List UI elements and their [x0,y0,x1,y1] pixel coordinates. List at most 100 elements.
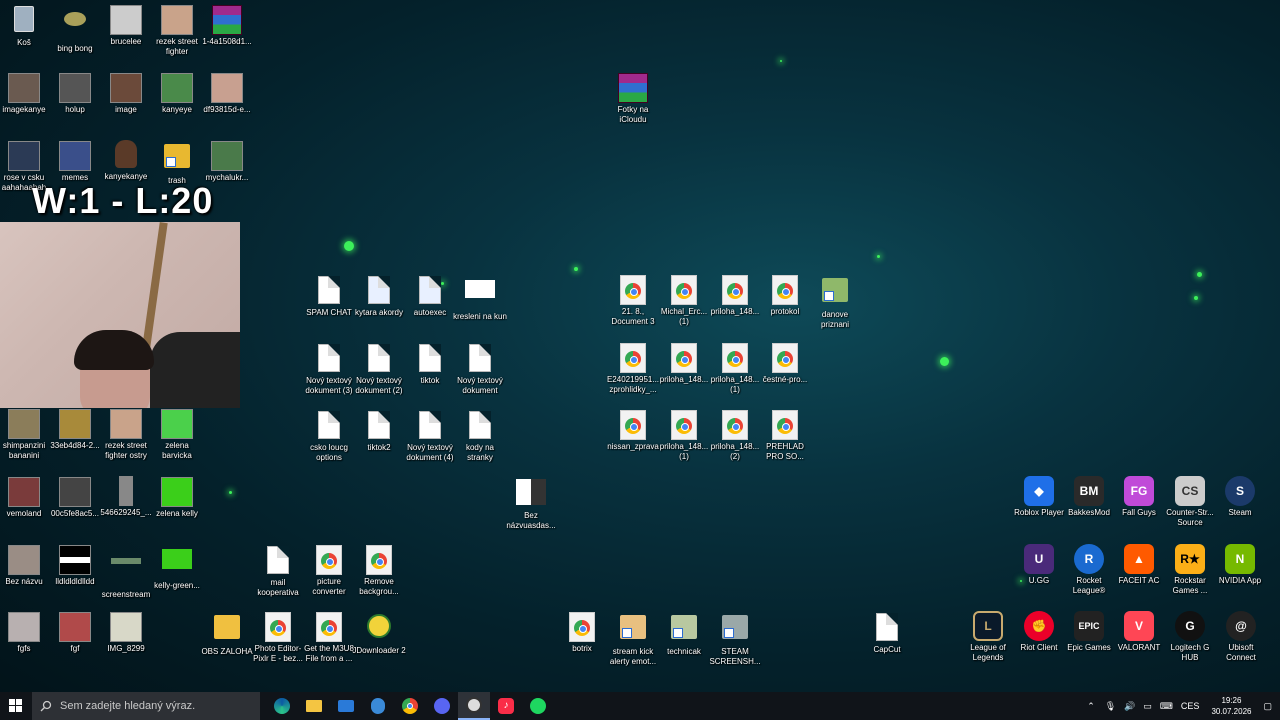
clock[interactable]: 19:26 30.07.2026 [1211,695,1251,717]
desktop-icon-kick-alerty[interactable]: stream kick alerty emot... [606,611,660,667]
desktop-icon-epic-games[interactable]: EPIC Epic Games [1062,611,1116,653]
desktop-icon-zelena-kelly[interactable]: zelena kelly [150,476,204,519]
desktop-icon-llld[interactable]: lldldldldlldd [48,544,102,587]
desktop-icon-valorant[interactable]: V VALORANT [1112,611,1166,653]
network-icon[interactable]: ▭ [1143,701,1152,712]
desktop-icon-shimpanzini[interactable]: shimpanzini bananini [0,408,48,461]
desktop-icon-holup[interactable]: holup [48,72,102,115]
desktop-icon-imagekanye[interactable]: imagekanye [0,72,48,115]
desktop-icon-pixlr[interactable]: Photo Editor- Pixlr E - bez... [251,611,305,664]
desktop-icon-riot-client[interactable]: ✊ Riot Client [1011,611,1067,653]
desktop-icon-kresleni[interactable]: kresleni na kun [453,274,507,322]
itunes-taskbar-icon[interactable]: ♪ [490,692,522,720]
desktop-icon-counter-strike[interactable]: CS Counter-Str... Source [1162,476,1218,528]
desktop-icon-fall-guys[interactable]: FG Fall Guys [1112,476,1166,518]
desktop-icon-mail-kooperativa[interactable]: mail kooperativa [251,544,305,598]
spotify-taskbar-icon[interactable] [522,692,554,720]
desktop-icon-tiktok2[interactable]: tiktok2 [352,409,406,453]
desktop-icon-tiktok[interactable]: tiktok [403,342,457,386]
desktop-icon-priloha[interactable]: priloha_148... [708,274,762,317]
desktop-icon-michal-erc[interactable]: Michal_Erc... (1) [657,274,711,327]
mail-taskbar-icon[interactable] [330,692,362,720]
desktop-icon-novy-txt-2[interactable]: Nový textový dokument (2) [352,342,406,396]
desktop-icon-mychalukr[interactable]: mychalukr... [200,140,254,183]
desktop-icon-csko-options[interactable]: csko loucg options [302,409,356,463]
obs-taskbar-icon[interactable] [458,692,490,720]
desktop-icon-priloha-2[interactable]: priloha_148... (2) [708,409,762,462]
desktop-icon-fgf[interactable]: fgf [48,611,102,654]
desktop-icon-roblox[interactable]: ◆ Roblox Player [1011,476,1067,518]
desktop-icon-novy-txt-3[interactable]: Nový textový dokument (3) [302,342,356,396]
desktop-icon-rockstar[interactable]: R★ Rockstar Games ... [1162,544,1218,596]
desktop-icon-logitech-ghub[interactable]: G Logitech G HUB [1162,611,1218,663]
desktop-icon-steam[interactable]: S Steam [1213,476,1267,518]
keyboard-icon[interactable]: ⌨ [1160,701,1173,712]
desktop-icon-ubisoft-connect[interactable]: @ Ubisoft Connect [1213,611,1269,663]
desktop-icon-fgfs[interactable]: fgfs [0,611,48,654]
desktop-icon-screenstream[interactable]: screenstream [99,544,153,600]
recycle-bin-icon[interactable]: Koš [0,4,48,48]
desktop-icon-document-3[interactable]: 21. 8., Document 3 [606,274,660,327]
desktop-icon-prehlad[interactable]: PREHLAD PRO SO... [758,409,812,462]
microphone-icon[interactable]: 🎙 [1105,701,1116,712]
desktop-icon-zelena-barvicka[interactable]: zelena barvicka [150,408,204,461]
desktop-icon-botrix[interactable]: botrix [555,611,609,654]
desktop-icon-steam-screensh[interactable]: STEAM SCREENSH... [708,611,762,667]
desktop-icon-spam-chat[interactable]: SPAM CHAT [302,274,356,318]
desktop-icon-df93[interactable]: df93815d-e... [200,72,254,115]
desktop-icon-capcut[interactable]: CapCut [860,611,914,655]
desktop-icon-novy-txt-4[interactable]: Nový textový dokument (4) [403,409,457,463]
desktop-icon-rocket-league[interactable]: R Rocket League® [1062,544,1116,596]
chevron-up-icon[interactable]: ⌃ [1087,701,1095,712]
desktop-icon-technicak[interactable]: technicak [657,611,711,657]
language-indicator[interactable]: CES [1181,701,1200,711]
desktop-icon-ugg[interactable]: U U.GG [1011,544,1067,586]
desktop-icon-kody-na-stranky[interactable]: kody na stranky [453,409,507,463]
desktop-icon-bing-bong[interactable]: bing bong [48,4,102,54]
desktop-icon-picture-converter[interactable]: picture converter [302,544,356,597]
desktop-icon-00c5[interactable]: 00c5fe8ac5... [48,476,102,519]
desktop-icon-autoexec[interactable]: autoexec [403,274,457,318]
desktop-icon-memes[interactable]: memes [48,140,102,183]
desktop-icon-league-of-legends[interactable]: L League of Legends [960,611,1016,663]
start-button[interactable] [0,692,32,720]
desktop-icon-nvidia[interactable]: N NVIDIA App [1213,544,1267,586]
desktop-icon-img8299[interactable]: IMG_8299 [99,611,153,654]
edge-taskbar-icon[interactable] [266,692,298,720]
discord-taskbar-icon[interactable] [426,692,458,720]
desktop-icon-fotky-icloud[interactable]: Fotky na iCloudu [606,72,660,125]
desktop-icon-faceit[interactable]: ▲ FACEIT AC [1112,544,1166,586]
desktop-icon-vemoland[interactable]: vemoland [0,476,48,519]
desktop-icon-image[interactable]: image [99,72,153,115]
desktop-icon-rezek[interactable]: rezek street fighter [150,4,204,57]
volume-icon[interactable]: 🔊 [1124,701,1135,712]
desktop-icon-remove-background[interactable]: Remove backgrou... [352,544,406,597]
desktop-icon-protokol[interactable]: protokol [758,274,812,317]
desktop-icon-m3u8[interactable]: Get the M3U8 File from a ... [302,611,356,664]
notification-icon[interactable]: ▢ [1263,701,1272,712]
desktop-icon-nissan-zprava[interactable]: nissan_zprava [606,409,660,452]
app-taskbar-icon[interactable] [362,692,394,720]
desktop-icon-rezek-ostry[interactable]: rezek street fighter ostry [99,408,153,461]
desktop-icon-priloha-1[interactable]: priloha_148... (1) [708,342,762,395]
desktop-icon-bez-nazvuasdas[interactable]: Bez názvuasdas... [503,478,559,531]
desktop-icon-kytara-akordy[interactable]: kytara akordy [352,274,406,318]
desktop-icon-novy-txt[interactable]: Nový textový dokument [453,342,507,396]
desktop-icon-kelly-green[interactable]: kelly-green... [150,544,204,591]
chrome-taskbar-icon[interactable] [394,692,426,720]
desktop-icon-kanyeye[interactable]: kanyeye [150,72,204,115]
desktop-icon-obs-zaloha[interactable]: OBS ZALOHA [200,611,254,657]
taskbar-search-box[interactable]: Sem zadejte hledaný výraz. [32,692,260,720]
desktop-icon-e2402[interactable]: E240219951... zprohlidky_... [606,342,660,395]
desktop-icon-bakkesmod[interactable]: BM BakkesMod [1062,476,1116,518]
desktop-icon-33eb[interactable]: 33eb4d84-2... [48,408,102,451]
file-explorer-taskbar-icon[interactable] [298,692,330,720]
desktop-icon-5466[interactable]: 546629245_... [99,476,153,518]
desktop-icon-bez-nazvu[interactable]: Bez názvu [0,544,48,587]
desktop-icon-priloha-1b[interactable]: priloha_148... (1) [657,409,711,462]
desktop-icon-kanyekanye[interactable]: kanyekanye [99,140,153,182]
desktop-icon-jdownloader[interactable]: JDownloader 2 [352,611,406,656]
desktop-icon-1-4a15[interactable]: 1-4a1508d1... [200,4,254,47]
desktop-icon-priloha-b[interactable]: priloha_148... [657,342,711,385]
desktop-icon-brucelee[interactable]: brucelee [99,4,153,47]
